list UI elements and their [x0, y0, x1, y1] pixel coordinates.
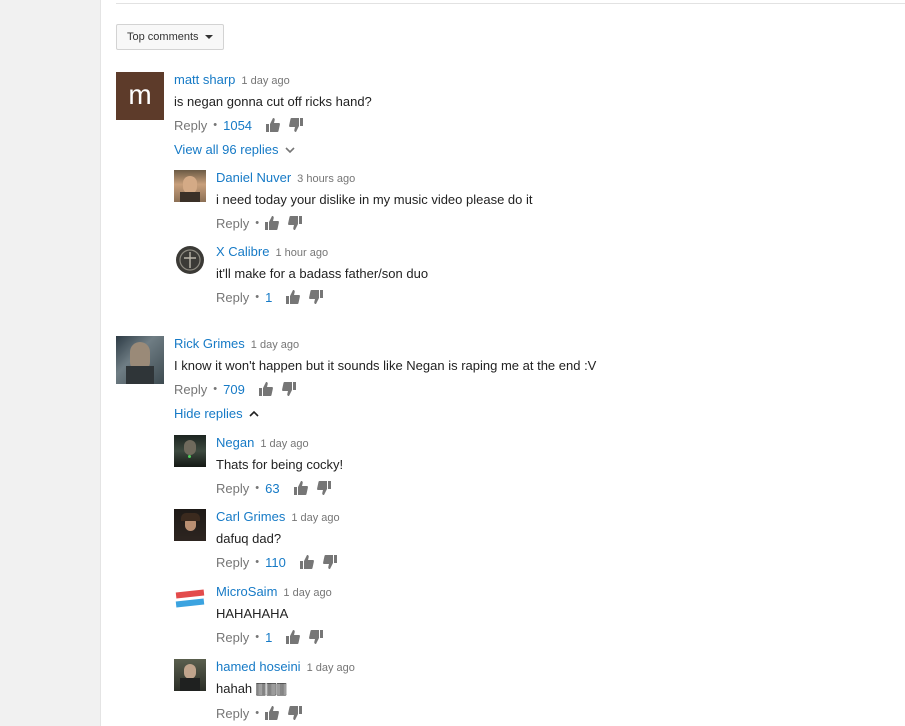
- thumbs-down-icon[interactable]: [288, 216, 303, 230]
- separator-dot: •: [213, 119, 218, 131]
- avatar[interactable]: [174, 170, 206, 202]
- comment-text: HAHAHAHA: [216, 606, 289, 621]
- comment-text: Thats for being cocky!: [216, 457, 344, 472]
- comment-time[interactable]: 1 day ago: [291, 512, 339, 524]
- like-count: 1: [265, 289, 273, 305]
- caret-down-icon: [204, 35, 213, 39]
- like-count: 110: [265, 554, 286, 570]
- comment-text: it'll make for a badass father/son duo: [216, 266, 429, 281]
- comment-time[interactable]: 1 day ago: [283, 587, 331, 599]
- left-gutter: [0, 0, 101, 726]
- comment-author[interactable]: matt sharp: [174, 72, 235, 87]
- separator-dot: •: [255, 631, 260, 643]
- comment-text: dafuq dad?: [216, 531, 282, 546]
- thumbs-down-icon[interactable]: [316, 481, 331, 495]
- hide-replies-label: Hide replies: [174, 406, 243, 421]
- thumbs-up-icon[interactable]: [265, 706, 280, 720]
- comment-text: is negan gonna cut off ricks hand?: [174, 94, 372, 109]
- thumbs-up-icon[interactable]: [266, 118, 280, 132]
- reply-button[interactable]: Reply: [216, 706, 249, 721]
- comment-author[interactable]: hamed hoseini: [216, 659, 301, 674]
- comment-time[interactable]: 1 hour ago: [275, 247, 328, 259]
- comment-author[interactable]: X Calibre: [216, 244, 269, 259]
- reply-button[interactable]: Reply: [216, 216, 249, 231]
- comment-text: I know it won't happen but it sounds lik…: [174, 358, 597, 373]
- comment-time[interactable]: 1 day ago: [251, 339, 299, 351]
- thumbs-down-icon[interactable]: [309, 630, 324, 644]
- thumbs-up-icon[interactable]: [258, 382, 273, 396]
- chevron-down-icon: [284, 146, 295, 153]
- like-count: 1: [265, 629, 273, 645]
- sort-label: Top comments: [127, 31, 199, 43]
- avatar[interactable]: [174, 659, 206, 691]
- thumbs-down-icon[interactable]: [288, 706, 303, 720]
- comment-author[interactable]: Carl Grimes: [216, 509, 285, 524]
- avatar-letter: m: [128, 78, 152, 110]
- like-count: 63: [265, 480, 280, 496]
- thumbs-up-icon[interactable]: [299, 555, 314, 569]
- hide-replies-button[interactable]: Hide replies: [174, 406, 259, 421]
- avatar[interactable]: [174, 509, 206, 541]
- comment-author[interactable]: MicroSaim: [216, 584, 277, 599]
- comment-author[interactable]: Daniel Nuver: [216, 170, 291, 185]
- thumbs-up-icon[interactable]: [293, 481, 308, 495]
- avatar[interactable]: [174, 244, 206, 276]
- reply-button[interactable]: Reply: [216, 290, 249, 305]
- thumbs-up-icon[interactable]: [265, 216, 280, 230]
- chevron-up-icon: [249, 410, 259, 417]
- like-count: 1054: [223, 117, 253, 133]
- like-count: 709: [223, 381, 245, 397]
- avatar[interactable]: [116, 336, 164, 384]
- comment-time[interactable]: 1 day ago: [241, 75, 289, 87]
- view-replies-label: View all 96 replies: [174, 142, 279, 157]
- divider: [116, 3, 905, 4]
- comment-time[interactable]: 1 day ago: [260, 438, 308, 450]
- separator-dot: •: [255, 707, 260, 719]
- avatar[interactable]: m: [116, 72, 164, 120]
- separator-dot: •: [255, 291, 260, 303]
- separator-dot: •: [255, 482, 260, 494]
- comment-time[interactable]: 1 day ago: [307, 662, 355, 674]
- reply-button[interactable]: Reply: [174, 382, 207, 397]
- reply-button[interactable]: Reply: [174, 118, 207, 133]
- separator-dot: •: [213, 383, 218, 395]
- thumbs-up-icon[interactable]: [286, 630, 301, 644]
- sort-comments-button[interactable]: Top comments: [116, 24, 224, 50]
- thumbs-down-icon[interactable]: [289, 118, 304, 132]
- thumbs-down-icon[interactable]: [309, 290, 324, 304]
- view-replies-button[interactable]: View all 96 replies: [174, 142, 295, 157]
- reply-button[interactable]: Reply: [216, 481, 249, 496]
- avatar[interactable]: [174, 584, 206, 616]
- separator-dot: •: [255, 217, 260, 229]
- comment-author[interactable]: Negan: [216, 435, 254, 450]
- separator-dot: •: [255, 556, 260, 568]
- reply-button[interactable]: Reply: [216, 630, 249, 645]
- comment-text: hahah 🀫🀫🀫: [216, 681, 287, 696]
- thumbs-down-icon[interactable]: [281, 382, 296, 396]
- comment-author[interactable]: Rick Grimes: [174, 336, 245, 351]
- thumbs-down-icon[interactable]: [322, 555, 337, 569]
- comment-text: i need today your dislike in my music vi…: [216, 192, 533, 207]
- avatar[interactable]: [174, 435, 206, 467]
- reply-button[interactable]: Reply: [216, 555, 249, 570]
- comment-time[interactable]: 3 hours ago: [297, 173, 355, 185]
- thumbs-up-icon[interactable]: [286, 290, 301, 304]
